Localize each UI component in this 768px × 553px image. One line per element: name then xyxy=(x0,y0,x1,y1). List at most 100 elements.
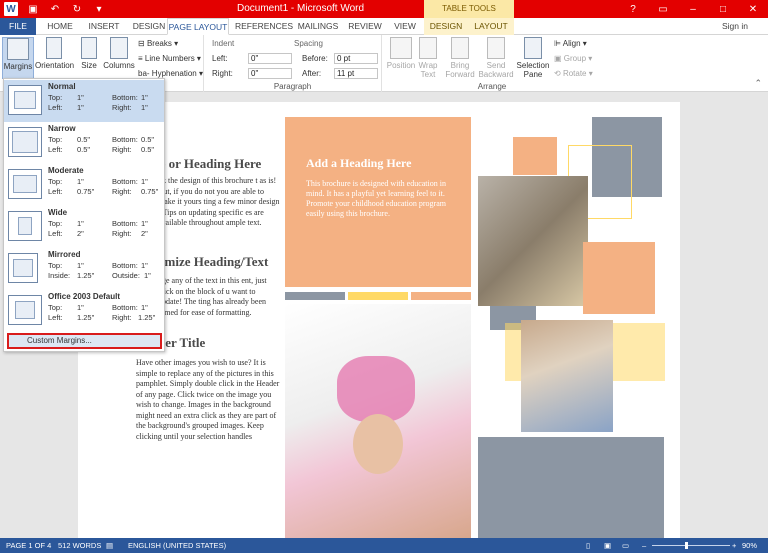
tab-references[interactable]: REFERENCES xyxy=(234,18,294,35)
word-logo-icon[interactable]: W xyxy=(4,2,18,16)
margins-button[interactable]: Margins xyxy=(2,37,34,79)
tab-home[interactable]: HOME xyxy=(42,18,78,35)
preset-office-2003[interactable]: Office 2003 Default Top: 1" Bottom: 1" L… xyxy=(4,290,164,332)
line-numbers-button[interactable]: ≡ Line Numbers ▾ xyxy=(138,54,201,63)
tab-mailings[interactable]: MAILINGS xyxy=(296,18,340,35)
bar-yellow xyxy=(348,292,408,300)
indent-left-field[interactable]: 0" xyxy=(248,53,292,64)
sign-in-link[interactable]: Sign in xyxy=(722,18,748,35)
slate-block-bottom xyxy=(478,437,664,542)
paragraph-group-label: Paragraph xyxy=(273,82,312,91)
window-title: Document1 - Microsoft Word xyxy=(237,3,365,14)
left-body-1: nk the design of this brochure t as is! … xyxy=(158,176,280,227)
wide-margins-icon xyxy=(8,211,42,241)
zoom-slider[interactable] xyxy=(652,542,730,549)
tab-design[interactable]: DESIGN xyxy=(128,18,170,35)
zoom-slider-thumb[interactable] xyxy=(685,542,688,549)
ribbon-tab-bar: FILE HOME INSERT DESIGN PAGE LAYOUT REFE… xyxy=(0,18,768,35)
breaks-button[interactable]: ⊟ Breaks ▾ xyxy=(138,39,178,48)
document-page[interactable]: le or Heading Here nk the design of this… xyxy=(78,102,680,542)
tab-page-layout[interactable]: PAGE LAYOUT xyxy=(167,18,229,35)
close-icon[interactable]: ✕ xyxy=(738,0,768,18)
save-icon[interactable]: ▣ xyxy=(26,2,40,16)
undo-icon[interactable]: ↶ xyxy=(48,2,62,16)
send-backward-icon xyxy=(487,37,505,59)
selection-pane-button[interactable]: Selection Pane xyxy=(516,37,550,79)
wrap-text-button[interactable]: Wrap Text xyxy=(414,37,442,79)
spacing-after-field[interactable]: 11 pt xyxy=(334,68,378,79)
preset-narrow[interactable]: Narrow Top: 0.5" Bottom: 0.5" Left: 0.5"… xyxy=(4,122,164,164)
preset-moderate[interactable]: Moderate Top: 1" Bottom: 1" Left: 0.75" … xyxy=(4,164,164,206)
group-icon: ▣ xyxy=(554,54,564,63)
selection-pane-icon xyxy=(524,37,542,59)
custom-margins-button[interactable]: Custom Margins... xyxy=(7,333,162,349)
bring-forward-button[interactable]: Bring Forward xyxy=(442,37,478,79)
preset-wide[interactable]: Wide Top: 1" Bottom: 1" Left: 2" Right: … xyxy=(4,206,164,248)
line-numbers-icon: ≡ xyxy=(138,54,145,63)
language-indicator[interactable]: ENGLISH (UNITED STATES) xyxy=(128,541,226,550)
margins-icon xyxy=(7,38,29,60)
indent-right-field[interactable]: 0" xyxy=(248,68,292,79)
align-button[interactable]: ⊫ Align ▾ xyxy=(554,39,587,48)
zoom-level[interactable]: 90% xyxy=(742,541,757,550)
word-count[interactable]: 512 WORDS xyxy=(58,541,101,550)
position-button[interactable]: Position xyxy=(384,37,418,79)
zoom-in-icon[interactable]: + xyxy=(732,541,736,550)
spacing-label: Spacing xyxy=(294,39,323,48)
spacing-after-label: After: xyxy=(302,69,322,78)
tab-review[interactable]: REVIEW xyxy=(346,18,384,35)
columns-button[interactable]: Columns xyxy=(103,37,135,79)
minimize-icon[interactable]: – xyxy=(678,0,708,18)
left-heading-2: omize Heading/Text xyxy=(158,254,269,269)
office-2003-margins-icon xyxy=(8,295,42,325)
left-body-2: nge any of the text in this ent, just cl… xyxy=(158,276,267,317)
hyphenation-icon: ba- xyxy=(138,69,152,78)
help-icon[interactable]: ? xyxy=(618,0,648,18)
spacing-before-field[interactable]: 0 pt xyxy=(334,53,378,64)
status-bar: PAGE 1 OF 4 512 WORDS ▤ ENGLISH (UNITED … xyxy=(0,538,768,553)
read-mode-icon[interactable]: ▯ xyxy=(586,541,590,550)
preset-normal[interactable]: Normal Top: 1" Bottom: 1" Left: 1" Right… xyxy=(4,80,164,122)
window-controls: ? ▭ – □ ✕ xyxy=(618,0,768,18)
tab-file[interactable]: FILE xyxy=(0,18,36,35)
narrow-margins-icon xyxy=(8,127,42,157)
peach-square-large xyxy=(583,242,655,314)
ribbon-display-icon[interactable]: ▭ xyxy=(648,0,678,18)
spacing-before-label: Before: xyxy=(302,54,328,63)
group-button[interactable]: ▣ Group ▾ xyxy=(554,54,592,63)
table-tools-context-label: TABLE TOOLS xyxy=(424,0,514,18)
orientation-button[interactable]: Orientation xyxy=(35,37,74,79)
web-layout-icon[interactable]: ▭ xyxy=(622,541,629,550)
normal-margins-icon xyxy=(8,85,42,115)
print-layout-icon[interactable]: ▣ xyxy=(604,541,611,550)
painted-hands-shape xyxy=(337,356,415,422)
wrap-text-icon xyxy=(419,37,437,59)
preset-mirrored[interactable]: Mirrored Top: 1" Bottom: 1" Inside: 1.25… xyxy=(4,248,164,290)
child-face-shape xyxy=(353,414,403,474)
size-icon xyxy=(81,37,97,59)
redo-icon[interactable]: ↻ xyxy=(70,2,84,16)
tab-table-layout[interactable]: LAYOUT xyxy=(468,18,514,35)
tab-table-design[interactable]: DESIGN xyxy=(424,18,468,35)
peach-square-small xyxy=(513,137,557,175)
collapse-ribbon-icon[interactable]: ⌃ xyxy=(754,78,762,89)
left-heading-3: her Title xyxy=(158,335,206,350)
tab-view[interactable]: VIEW xyxy=(390,18,420,35)
size-button[interactable]: Size xyxy=(76,37,102,79)
zoom-out-icon[interactable]: – xyxy=(642,541,646,550)
page-count[interactable]: PAGE 1 OF 4 xyxy=(6,541,51,550)
child-photo xyxy=(285,304,471,542)
send-backward-button[interactable]: Send Backward xyxy=(478,37,514,79)
margins-dropdown: Normal Top: 1" Bottom: 1" Left: 1" Right… xyxy=(3,78,165,352)
tab-insert[interactable]: INSERT xyxy=(84,18,124,35)
bring-forward-icon xyxy=(451,37,469,59)
position-icon xyxy=(390,37,412,59)
maximize-icon[interactable]: □ xyxy=(708,0,738,18)
arrange-group-label: Arrange xyxy=(477,82,507,91)
customize-qat-icon[interactable]: ▾ xyxy=(92,2,106,16)
rotate-button[interactable]: ⟲ Rotate ▾ xyxy=(554,69,593,78)
proofing-icon[interactable]: ▤ xyxy=(106,541,113,550)
hyphenation-button[interactable]: ba- Hyphenation ▾ xyxy=(138,69,203,78)
breaks-icon: ⊟ xyxy=(138,39,147,48)
align-icon: ⊫ xyxy=(554,39,563,48)
